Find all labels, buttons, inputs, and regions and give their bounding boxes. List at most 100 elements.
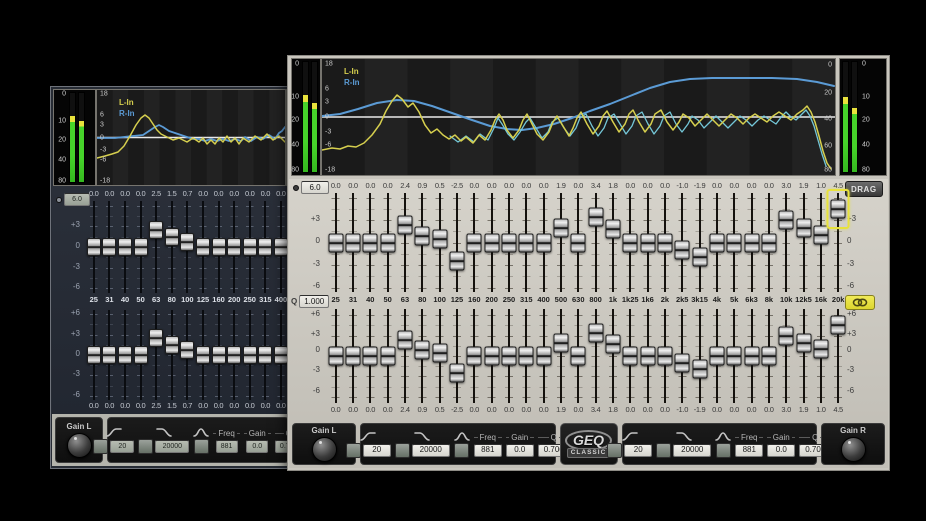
fader-cap[interactable] (588, 323, 603, 342)
hp-freq-display[interactable]: 20 (624, 444, 652, 457)
fader-cap[interactable] (484, 233, 499, 252)
geq-window-front[interactable]: 010204080L-InR-In18630-3-6-1802040608001… (287, 55, 890, 471)
fader-cap[interactable] (727, 233, 742, 252)
fader-cap[interactable] (134, 238, 148, 256)
fader-cap[interactable] (87, 346, 101, 364)
fader-cap[interactable] (692, 359, 707, 378)
fader-cap[interactable] (118, 346, 132, 364)
fader-cap[interactable] (657, 233, 672, 252)
fader-cap[interactable] (623, 233, 638, 252)
hp-freq-display[interactable]: 20 (110, 440, 134, 453)
fader-cap[interactable] (640, 347, 655, 366)
fader-cap[interactable] (180, 341, 194, 359)
fader-cap[interactable] (87, 238, 101, 256)
hp-filter-button[interactable] (607, 443, 622, 458)
fader-cap[interactable] (212, 346, 226, 364)
fader-cap[interactable] (180, 233, 194, 251)
fader-cap[interactable] (397, 215, 412, 234)
lp-freq-display[interactable]: 20000 (412, 444, 450, 457)
fader-cap[interactable] (571, 347, 586, 366)
fader-cap[interactable] (709, 347, 724, 366)
fader-cap[interactable] (831, 316, 846, 335)
fader-cap[interactable] (397, 330, 412, 349)
geq-window-back[interactable]: 010204080L-InR-In18630-3-6-18 0.00.00.00… (50, 86, 294, 469)
fader-cap[interactable] (243, 238, 257, 256)
fader-cap[interactable] (274, 346, 288, 364)
fader-cap[interactable] (243, 346, 257, 364)
fader-cap[interactable] (657, 347, 672, 366)
fader-cap[interactable] (553, 334, 568, 353)
fader-cap[interactable] (571, 233, 586, 252)
fader-cap[interactable] (149, 221, 163, 239)
fader-cap[interactable] (134, 346, 148, 364)
fader-cap[interactable] (536, 233, 551, 252)
range-knob-icon[interactable] (293, 185, 299, 191)
gain-r-knob[interactable] (841, 437, 866, 462)
fader-cap[interactable] (484, 347, 499, 366)
fader-cap[interactable] (501, 233, 516, 252)
fader-cap[interactable] (779, 211, 794, 230)
freq-value-display[interactable]: 881 (474, 444, 502, 457)
fader-cap[interactable] (813, 226, 828, 245)
hp-freq-display[interactable]: 20 (363, 444, 391, 457)
fader-cap[interactable] (274, 238, 288, 256)
fader-cap[interactable] (328, 347, 343, 366)
fader-cap[interactable] (380, 347, 395, 366)
channel-link-button[interactable] (845, 295, 875, 310)
fader-cap[interactable] (623, 347, 638, 366)
freq-value-display[interactable]: 881 (216, 440, 238, 453)
fader-cap[interactable] (415, 226, 430, 245)
lp-filter-button[interactable] (138, 439, 153, 454)
fader-cap[interactable] (449, 252, 464, 271)
fader-cap[interactable] (761, 233, 776, 252)
gain-l-knob[interactable] (312, 437, 337, 462)
fader-cap[interactable] (415, 340, 430, 359)
lp-freq-display[interactable]: 20000 (155, 440, 189, 453)
fader-cap[interactable] (258, 238, 272, 256)
fader-cap[interactable] (363, 233, 378, 252)
fader-cap[interactable] (449, 364, 464, 383)
fader-cap[interactable] (709, 233, 724, 252)
lp-freq-display[interactable]: 20000 (673, 444, 711, 457)
lp-filter-button[interactable] (656, 443, 671, 458)
fader-cap[interactable] (212, 238, 226, 256)
fader-cap[interactable] (675, 241, 690, 260)
fader-cap[interactable] (227, 346, 241, 364)
hp-filter-button[interactable] (346, 443, 361, 458)
fader-cap[interactable] (227, 238, 241, 256)
fader-cap[interactable] (102, 238, 116, 256)
fader-cap[interactable] (605, 334, 620, 353)
fader-cap[interactable] (196, 346, 210, 364)
fader-cap[interactable] (501, 347, 516, 366)
fader-cap[interactable] (519, 347, 534, 366)
fader-cap[interactable] (796, 219, 811, 238)
fader-cap[interactable] (345, 233, 360, 252)
fader-cap[interactable] (345, 347, 360, 366)
q-display[interactable]: 1.000 (299, 295, 329, 308)
fader-cap[interactable] (363, 347, 378, 366)
bell-filter-button[interactable] (454, 443, 469, 458)
fader-cap[interactable] (744, 233, 759, 252)
fader-cap[interactable] (149, 329, 163, 347)
gain-value-display[interactable]: 0.0 (767, 444, 795, 457)
fader-cap[interactable] (118, 238, 132, 256)
fader-cap[interactable] (553, 219, 568, 238)
lp-filter-button[interactable] (395, 443, 410, 458)
gain-l-knob[interactable] (67, 433, 92, 458)
fader-cap[interactable] (196, 238, 210, 256)
fader-cap[interactable] (467, 347, 482, 366)
range-display[interactable]: 6.0 (64, 193, 90, 206)
fader-cap[interactable] (165, 228, 179, 246)
fader-cap[interactable] (588, 208, 603, 227)
fader-cap[interactable] (692, 247, 707, 266)
gain-value-display[interactable]: 0.0 (506, 444, 534, 457)
fader-cap[interactable] (432, 343, 447, 362)
fader-cap[interactable] (796, 334, 811, 353)
fader-cap[interactable] (761, 347, 776, 366)
bell-filter-button[interactable] (716, 443, 731, 458)
fader-cap[interactable] (380, 233, 395, 252)
fader-cap[interactable] (102, 346, 116, 364)
fader-cap[interactable] (779, 326, 794, 345)
fader-cap[interactable] (165, 336, 179, 354)
hp-filter-button[interactable] (93, 439, 108, 454)
